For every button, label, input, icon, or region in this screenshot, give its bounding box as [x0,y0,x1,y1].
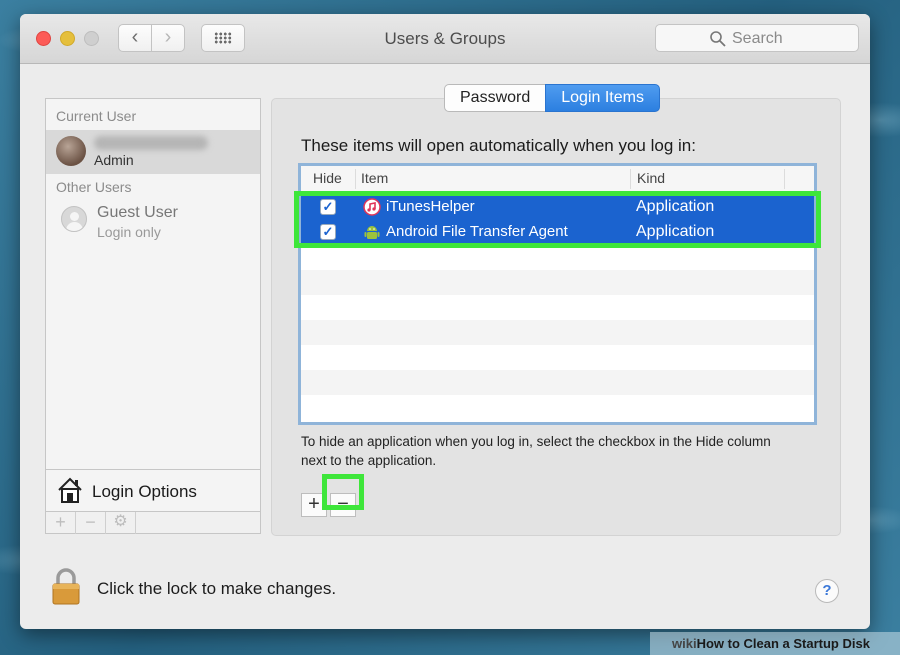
title-bar: ‹ › Users & Groups Search [20,14,870,64]
guest-user-subtitle: Login only [97,224,161,240]
watermark-wiki: wiki [672,636,697,651]
sidebar-toolbar: + − ⚙ [46,511,260,534]
remove-user-button[interactable]: − [76,512,106,534]
empty-row [301,245,814,270]
sidebar-item-current-user[interactable]: Admin [46,130,260,174]
search-placeholder: Search [732,30,783,47]
minus-highlight-box [322,474,364,510]
gear-icon[interactable]: ⚙ [106,512,136,534]
table-header: Hide Item Kind [301,166,814,192]
blurred-username [94,136,208,150]
guest-user-icon [61,206,87,232]
hide-hint-text: To hide an application when you log in, … [301,434,771,468]
users-groups-window: ‹ › Users & Groups Search Current User A… [20,14,870,629]
search-icon [710,31,726,47]
sidebar-item-login-options[interactable]: Login Options [46,469,260,511]
watermark-text: How to Clean a Startup Disk [696,636,870,651]
column-header-item[interactable]: Item [361,170,388,186]
help-button[interactable]: ? [815,579,839,603]
current-user-header: Current User [56,108,137,124]
login-items-intro: These items will open automatically when… [301,136,696,155]
watermark: wikiHow to Clean a Startup Disk [650,632,900,655]
users-sidebar: Current User Admin Other Users Guest Use… [45,98,261,534]
other-users-header: Other Users [56,179,132,195]
empty-row [301,370,814,395]
empty-row [301,320,814,345]
empty-row [301,270,814,295]
tab-password[interactable]: Password [444,84,546,112]
login-options-label: Login Options [92,482,197,501]
search-input[interactable]: Search [655,24,859,52]
column-header-kind[interactable]: Kind [637,170,665,186]
empty-row [301,295,814,320]
tab-login-items[interactable]: Login Items [545,84,660,112]
tab-bar: Password Login Items [444,84,660,112]
rows-highlight-box [294,191,821,248]
avatar [56,136,86,166]
add-user-button[interactable]: + [46,512,76,534]
empty-row [301,395,814,420]
lock-message: Click the lock to make changes. [97,579,337,598]
house-icon [58,477,82,503]
column-header-hide[interactable]: Hide [313,170,342,186]
guest-user-name: Guest User [97,204,178,221]
user-role-label: Admin [94,152,134,168]
lock-icon[interactable] [50,567,82,607]
empty-row [301,345,814,370]
